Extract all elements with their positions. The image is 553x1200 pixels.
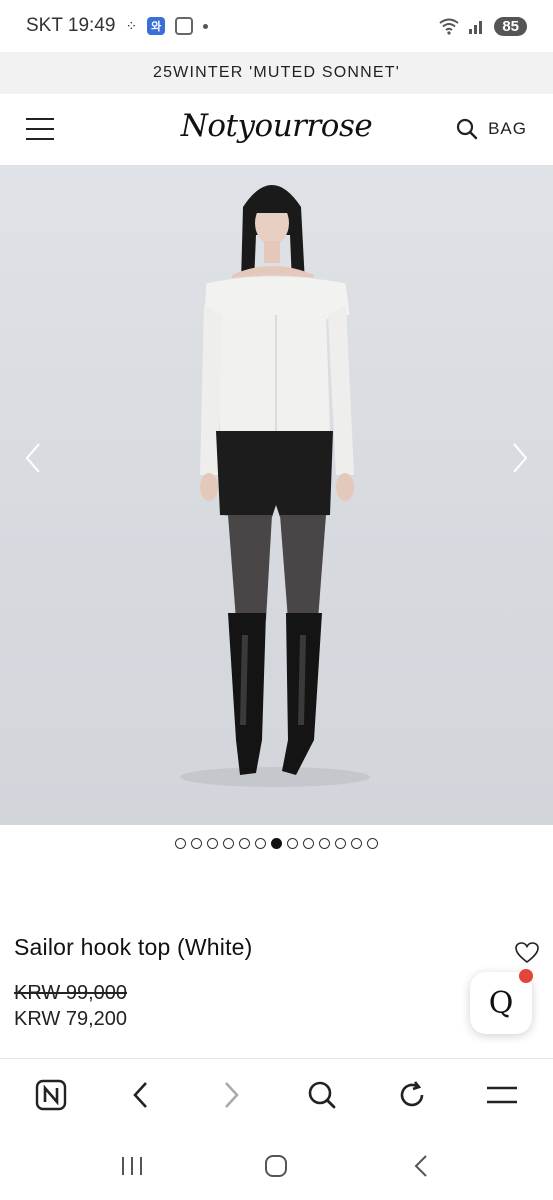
status-bar: SKT 19:49 ⁘ 와 85 xyxy=(0,0,553,52)
back-icon xyxy=(133,1082,148,1108)
system-navigation-bar xyxy=(0,1132,553,1200)
browser-search-button[interactable] xyxy=(299,1072,345,1118)
app-badge-icon: 와 xyxy=(147,17,166,35)
back-icon xyxy=(414,1155,427,1177)
product-title: Sailor hook top (White) xyxy=(14,934,253,960)
original-price: KRW 99,000 xyxy=(14,982,128,1004)
pager-dot[interactable] xyxy=(351,838,362,849)
browser-toolbar xyxy=(0,1059,553,1131)
product-photo xyxy=(180,185,370,787)
wishlist-heart-icon[interactable] xyxy=(514,941,540,965)
pager-dot[interactable] xyxy=(303,838,314,849)
menu-button[interactable] xyxy=(26,118,54,140)
next-image-arrow[interactable] xyxy=(505,438,535,478)
browser-menu-button[interactable] xyxy=(479,1072,525,1118)
pager-dot[interactable] xyxy=(287,838,298,849)
previous-image-arrow[interactable] xyxy=(18,438,48,478)
menu-line xyxy=(26,138,54,140)
pager-dot[interactable] xyxy=(335,838,346,849)
home-button[interactable] xyxy=(256,1146,296,1186)
menu-icon xyxy=(486,1086,517,1104)
search-icon xyxy=(308,1081,335,1109)
pager-dot[interactable] xyxy=(255,838,266,849)
announcement-bar[interactable]: 25WINTER 'MUTED SONNET' xyxy=(0,52,553,94)
browser-refresh-button[interactable] xyxy=(389,1072,435,1118)
grid-icon: ⁘ xyxy=(125,17,138,34)
bag-link[interactable]: BAG xyxy=(488,119,527,139)
pager-dot[interactable] xyxy=(367,838,378,849)
notification-dot-icon xyxy=(203,23,209,29)
forward-icon xyxy=(225,1082,240,1108)
sale-price: KRW 79,200 xyxy=(14,1008,128,1030)
pager-dot[interactable] xyxy=(223,838,234,849)
browser-back-button[interactable] xyxy=(118,1072,164,1118)
wifi-icon xyxy=(439,18,459,35)
menu-line xyxy=(26,128,54,130)
pager-dot[interactable] xyxy=(175,838,186,849)
naver-home-button[interactable] xyxy=(28,1072,74,1118)
naver-icon xyxy=(35,1079,67,1111)
pager-dot[interactable] xyxy=(319,838,330,849)
system-back-button[interactable] xyxy=(401,1146,441,1186)
menu-line xyxy=(26,118,54,120)
screenshot-icon xyxy=(175,17,194,35)
battery-indicator: 85 xyxy=(494,16,527,36)
home-icon xyxy=(265,1155,288,1177)
recents-button[interactable] xyxy=(112,1146,152,1186)
product-image-carousel[interactable] xyxy=(0,165,553,825)
refresh-icon xyxy=(400,1081,424,1107)
signal-icon xyxy=(469,21,483,34)
image-pager xyxy=(0,838,553,849)
recents-icon xyxy=(122,1157,143,1175)
browser-forward-button[interactable] xyxy=(208,1072,254,1118)
chat-notification-badge xyxy=(519,969,533,983)
carrier-time: SKT 19:49 xyxy=(26,15,116,36)
pager-dot[interactable] xyxy=(239,838,250,849)
site-header: Notyourrose BAG xyxy=(0,94,553,164)
status-left: SKT 19:49 ⁘ 와 xyxy=(26,15,209,37)
status-right: 85 xyxy=(438,16,527,36)
pager-dot[interactable] xyxy=(207,838,218,849)
header-actions: BAG xyxy=(456,118,527,140)
brand-logo[interactable]: Notyourrose xyxy=(181,108,373,144)
pager-dot-active[interactable] xyxy=(271,838,282,849)
search-icon[interactable] xyxy=(456,118,478,140)
pager-dot[interactable] xyxy=(191,838,202,849)
